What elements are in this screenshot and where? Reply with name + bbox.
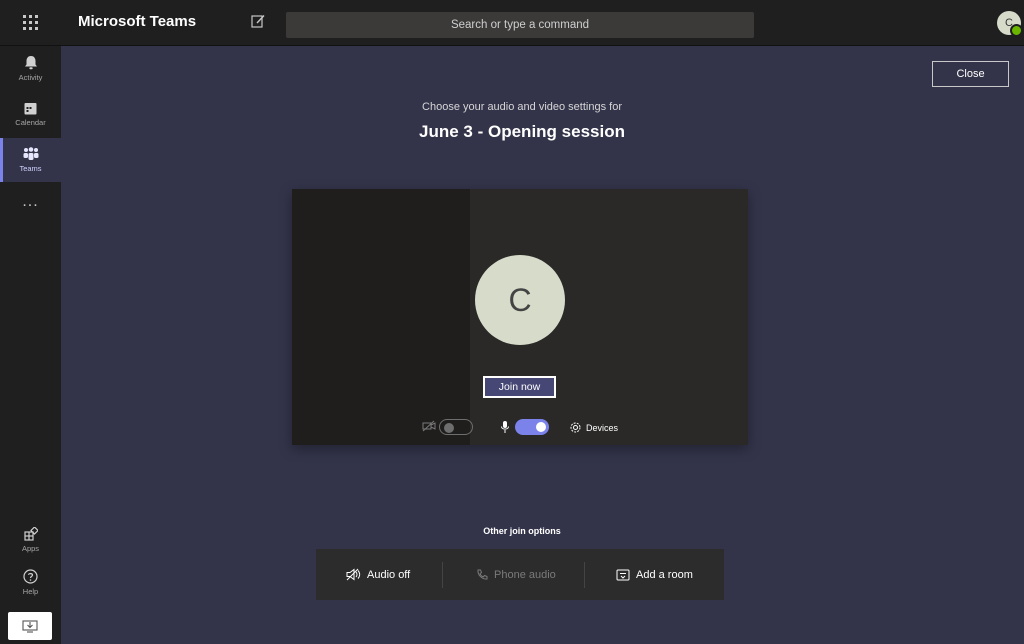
devices-button[interactable]: Devices [569, 419, 618, 436]
app-title: Microsoft Teams [78, 13, 197, 30]
meeting-title: June 3 - Opening session [419, 122, 625, 141]
audio-off-label: Audio off [367, 568, 411, 581]
room-icon [616, 569, 630, 580]
preview-avatar-initial: C [508, 281, 532, 318]
bell-icon [24, 55, 37, 69]
new-chat-button[interactable] [250, 13, 268, 31]
profile-avatar[interactable]: C [997, 11, 1023, 37]
more-icon: ... [22, 193, 39, 210]
rail-item-apps[interactable]: Apps [0, 518, 61, 562]
microphone-toggle[interactable] [515, 419, 549, 435]
other-join-options-title: Other join options [483, 526, 561, 536]
phone-icon [477, 569, 488, 580]
toggle-knob [444, 423, 454, 433]
rail-label: Apps [21, 544, 40, 553]
video-preview: C Join now Devices [292, 189, 748, 445]
settings-subtitle: Choose your audio and video settings for [422, 101, 622, 113]
help-icon [23, 568, 38, 584]
presence-status-icon [1010, 24, 1023, 37]
top-bar: Microsoft Teams Search or type a command… [0, 0, 1024, 46]
waffle-icon [23, 15, 38, 30]
search-placeholder: Search or type a command [450, 19, 590, 31]
search-input[interactable]: Search or type a command [286, 12, 754, 38]
download-icon [22, 620, 38, 633]
rail-label: Activity [18, 72, 43, 82]
rail-item-help[interactable]: Help [0, 560, 61, 604]
phone-audio-option: Phone audio [476, 549, 556, 600]
teams-icon [23, 147, 38, 160]
gear-icon [570, 422, 581, 433]
rail-item-more[interactable]: ... [0, 180, 61, 224]
preview-background-left [292, 189, 470, 445]
rail-label: Help [22, 586, 39, 596]
rail-item-teams[interactable]: Teams [0, 138, 61, 182]
preview-avatar: C [475, 255, 565, 345]
other-join-options-bar: Audio off Phone audio Add a room [316, 549, 724, 600]
speaker-off-icon [346, 568, 361, 581]
join-now-button[interactable]: Join now [483, 376, 556, 398]
add-a-room-option[interactable]: Add a room [616, 549, 693, 600]
app-launcher-button[interactable] [0, 0, 61, 45]
divider [442, 562, 443, 588]
devices-label: Devices [586, 422, 619, 433]
camera-off-icon [422, 420, 436, 432]
toggle-knob [536, 422, 546, 432]
phone-audio-label: Phone audio [494, 568, 556, 581]
microphone-icon [501, 421, 509, 433]
close-button[interactable]: Close [932, 61, 1009, 87]
rail-item-activity[interactable]: Activity [0, 46, 61, 90]
rail-label: Teams [19, 164, 42, 173]
audio-off-option[interactable]: Audio off [346, 549, 410, 600]
add-a-room-label: Add a room [636, 568, 693, 581]
download-app-button[interactable] [8, 612, 52, 640]
divider [584, 562, 585, 588]
compose-icon [251, 15, 265, 28]
camera-toggle[interactable] [439, 419, 473, 435]
